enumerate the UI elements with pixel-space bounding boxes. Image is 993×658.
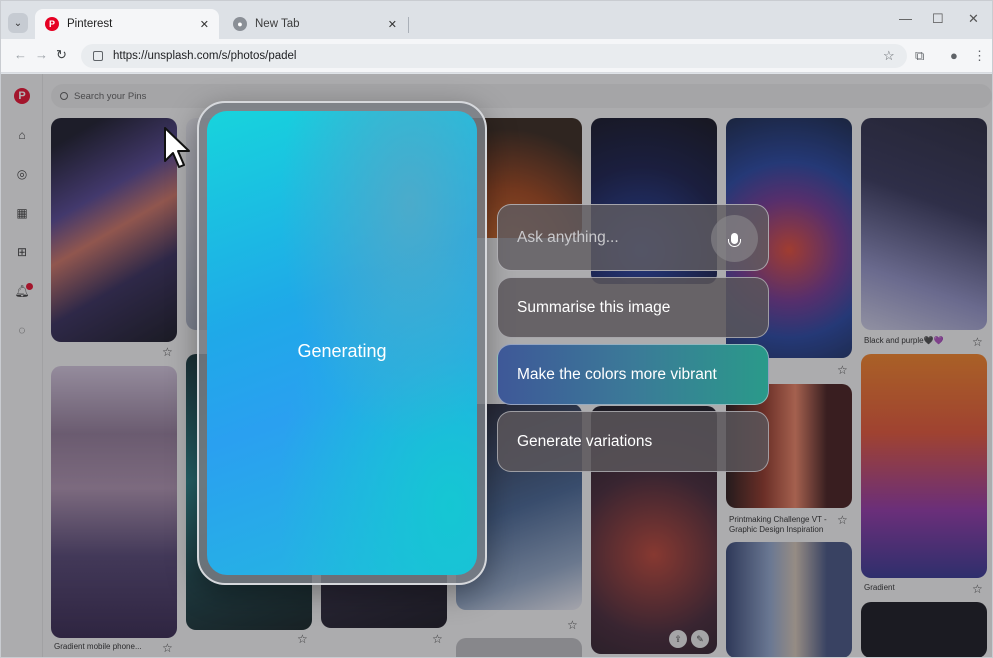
home-icon[interactable]: ⌂ [14,127,30,143]
save-star-icon[interactable]: ☆ [567,618,578,632]
ask-placeholder: Ask anything... [517,229,619,246]
close-window-icon[interactable]: ✕ [968,11,979,27]
tab-title: Pinterest [67,18,113,30]
menu-icon[interactable]: ⋮ [973,48,986,64]
browser-window: ⌄ P Pinterest ✕ ● New Tab ✕ — ☐ ✕ ← → ↻ … [0,0,993,658]
notification-badge [26,283,33,290]
browser-toolbar: ← → ↻ https://unsplash.com/s/photos/pade… [1,39,992,73]
save-star-icon[interactable]: ☆ [297,632,308,646]
pin-image[interactable] [726,542,852,657]
microphone-icon [728,233,741,247]
address-bar[interactable]: https://unsplash.com/s/photos/padel [81,44,907,68]
explore-icon[interactable]: ◎ [14,166,30,182]
maximize-icon[interactable]: ☐ [932,11,944,27]
save-star-icon[interactable]: ☆ [162,641,173,655]
pinterest-sidebar: P ⌂ ◎ ▦ ⊞ 🔔︎ ◌ [1,74,43,657]
pin-image[interactable] [51,118,177,342]
pin-image[interactable] [456,638,582,657]
pin-image[interactable] [861,602,987,657]
tab-separator [408,17,409,33]
pin-caption: Gradient [864,583,895,592]
share-icon[interactable]: ⇪ [669,630,687,648]
pin-image[interactable] [861,354,987,578]
pin-caption: Black and purple🖤💜 [864,336,944,345]
save-star-icon[interactable]: ☆ [162,345,173,359]
generating-preview: Generating [207,111,477,575]
pin-caption: Gradient mobile phone... [54,642,142,651]
pin-image[interactable] [51,366,177,638]
pin-caption: Printmaking Challenge VT - Graphic Desig… [729,515,827,534]
extensions-icon[interactable]: ⧉ [915,48,924,64]
tab-new-tab[interactable]: ● New Tab ✕ [223,9,407,39]
url-text: https://unsplash.com/s/photos/padel [113,50,297,62]
suggestion-variations-button[interactable]: Generate variations [497,411,769,472]
chevron-down-icon: ⌄ [13,17,23,29]
save-star-icon[interactable]: ☆ [837,363,848,377]
minimize-icon[interactable]: — [899,11,912,26]
save-star-icon[interactable]: ☆ [837,513,848,527]
tab-title: New Tab [255,18,300,30]
close-icon[interactable]: ✕ [200,18,209,31]
mouse-cursor-icon [164,127,190,168]
close-icon[interactable]: ✕ [388,18,397,31]
search-placeholder: Search your Pins [74,90,147,102]
boards-icon[interactable]: ▦ [14,205,30,221]
pinterest-icon: P [45,17,59,31]
back-icon[interactable]: ← [14,47,27,62]
profile-icon[interactable]: ● [950,48,958,63]
edit-icon[interactable]: ✎ [691,630,709,648]
create-icon[interactable]: ⊞ [14,244,30,260]
pin-image[interactable] [861,118,987,330]
site-info-icon[interactable] [93,51,103,61]
pin-search-input[interactable]: Search your Pins [51,84,992,108]
tab-strip: ⌄ P Pinterest ✕ ● New Tab ✕ — ☐ ✕ [1,1,992,39]
save-star-icon[interactable]: ☆ [972,335,983,349]
forward-icon[interactable]: → [35,47,48,62]
chrome-icon: ● [233,17,247,31]
tab-search-button[interactable]: ⌄ [8,13,28,33]
pinterest-logo-icon[interactable]: P [14,88,30,104]
save-star-icon[interactable]: ☆ [972,582,983,596]
generating-label: Generating [297,341,387,361]
suggestion-summarise-button[interactable]: Summarise this image [497,277,769,338]
search-icon [60,92,68,100]
tab-pinterest[interactable]: P Pinterest ✕ [35,9,219,39]
generating-card: Generating [197,101,487,585]
save-star-icon[interactable]: ☆ [432,632,443,646]
bookmark-star-icon[interactable]: ☆ [883,48,895,64]
microphone-button[interactable] [711,215,758,262]
ask-input[interactable]: Ask anything... [497,204,769,271]
suggestion-vibrant-button[interactable]: Make the colors more vibrant [497,344,769,405]
reload-icon[interactable]: ↻ [56,47,67,63]
messages-icon[interactable]: ◌ [14,322,30,338]
